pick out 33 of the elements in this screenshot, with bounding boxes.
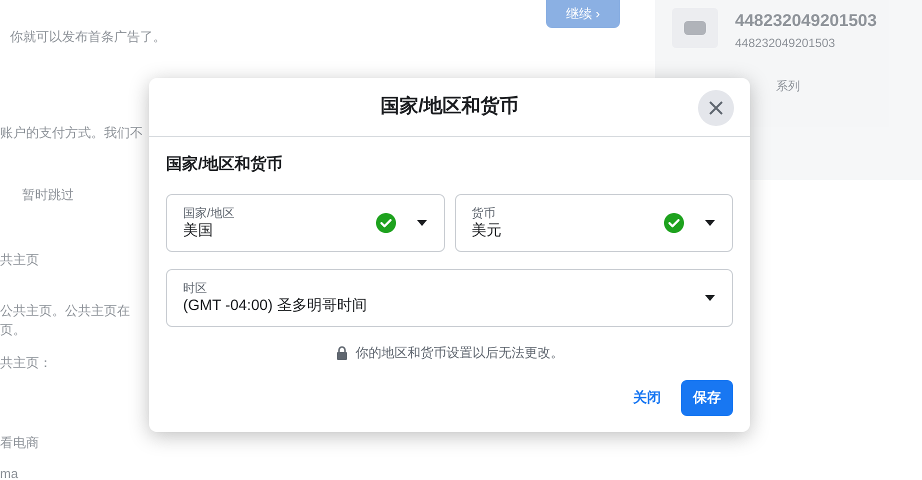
- skip-link[interactable]: 暂时跳过: [0, 185, 74, 204]
- field-label: 国家/地区: [183, 206, 236, 220]
- intro-text: 你就可以发布首条广告了。: [9, 28, 166, 46]
- dropdown-caret-icon: [704, 219, 716, 227]
- dropdown-caret-icon: [416, 219, 428, 227]
- campaign-caption: 系列: [776, 78, 800, 92]
- field-value: (GMT -04:00) 圣多明哥时间: [183, 296, 368, 316]
- field-label: 货币: [472, 206, 496, 220]
- close-button[interactable]: [698, 90, 734, 126]
- field-label: 时区: [183, 280, 208, 296]
- notice-text: 你的地区和货币设置以后无法更改。: [356, 344, 564, 362]
- page-label: 共主页：: [0, 354, 52, 372]
- list-item: ma: [0, 465, 18, 480]
- dropdown-caret-icon: [704, 294, 716, 302]
- select-field[interactable]: 货币 美元: [454, 194, 733, 252]
- save-button[interactable]: 保存: [681, 380, 733, 416]
- cancel-button[interactable]: 关闭: [631, 380, 663, 416]
- continue-button[interactable]: 继续 ›: [546, 0, 620, 28]
- dialog-title: 国家/地区和货币: [380, 94, 519, 119]
- payment-text: 账户的支付方式。我们不: [0, 124, 143, 142]
- field-value: 美国: [183, 220, 214, 240]
- account-name: 448232049201503: [735, 10, 877, 32]
- account-icon: [672, 8, 718, 48]
- select-field[interactable]: 国家/地区 美国: [166, 194, 444, 252]
- select-field[interactable]: 时区 (GMT -04:00) 圣多明哥时间: [166, 269, 733, 327]
- section-heading: 共主页: [0, 250, 39, 268]
- page-description: 公共主页。公共主页在 页。: [0, 302, 130, 339]
- field-value: 美元: [472, 220, 502, 240]
- list-item: 看电商: [0, 434, 39, 452]
- account-id: 448232049201503: [735, 34, 836, 52]
- section-title: 国家/地区和货币: [166, 154, 284, 175]
- lock-icon: [336, 346, 348, 360]
- close-icon: [708, 100, 724, 116]
